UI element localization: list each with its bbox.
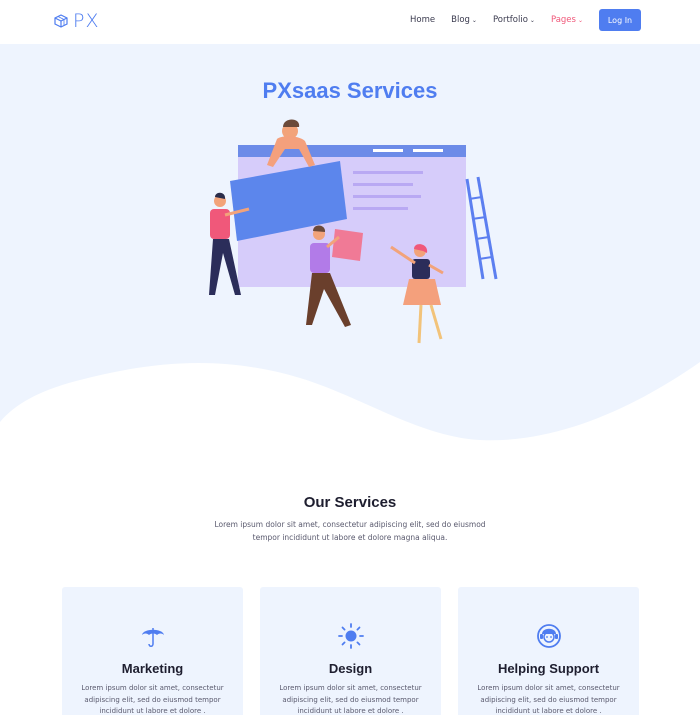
logo[interactable]: PX	[54, 10, 99, 32]
card-title: Marketing	[121, 661, 184, 676]
nav-item-label: Blog	[451, 15, 470, 25]
navbar: PX Home Blog ⌄ Portfolio ⌄ Pages ⌄ Log I…	[0, 0, 700, 44]
login-button[interactable]: Log In	[599, 9, 641, 31]
nav-item-label: Home	[410, 15, 436, 25]
sun-icon	[337, 623, 364, 649]
services-subtitle: Lorem ipsum dolor sit amet, consectetur …	[214, 520, 486, 542]
service-card-design[interactable]: Design Lorem ipsum dolor sit amet, conse…	[260, 587, 441, 715]
support-agent-icon	[536, 624, 561, 648]
card-title: Design	[328, 661, 373, 676]
services-title: Our Services	[303, 494, 397, 511]
card-text: Lorem ipsum dolor sit amet, consectetur …	[279, 684, 422, 715]
hero-title: PXsaas Services	[262, 78, 438, 103]
nav-item-pages[interactable]: Pages ⌄	[551, 10, 583, 30]
service-card-support[interactable]: Helping Support Lorem ipsum dolor sit am…	[458, 587, 639, 715]
nav-links: Home Blog ⌄ Portfolio ⌄ Pages ⌄ Log In	[410, 9, 641, 31]
service-card-marketing[interactable]: Marketing Lorem ipsum dolor sit amet, co…	[62, 587, 243, 715]
nav-item-home[interactable]: Home	[410, 10, 435, 30]
card-title: Helping Support	[497, 661, 600, 676]
logo-cube-icon	[54, 14, 68, 28]
nav-item-blog[interactable]: Blog ⌄	[451, 10, 477, 30]
service-cards: Marketing Lorem ipsum dolor sit amet, co…	[62, 587, 640, 715]
chevron-down-icon: ⌄	[577, 17, 583, 24]
hero-section: PXsaas Services	[0, 44, 700, 454]
nav-item-portfolio[interactable]: Portfolio ⌄	[493, 10, 535, 30]
umbrella-icon	[141, 628, 164, 647]
team-illustration	[209, 119, 498, 344]
logo-text: PX	[73, 10, 100, 32]
chevron-down-icon: ⌄	[471, 17, 477, 24]
nav-item-label: Pages	[550, 15, 576, 25]
chevron-down-icon: ⌄	[529, 17, 535, 24]
card-text: Lorem ipsum dolor sit amet, consectetur …	[81, 684, 224, 715]
nav-item-label: Portfolio	[492, 15, 528, 25]
card-text: Lorem ipsum dolor sit amet, consectetur …	[477, 684, 620, 715]
